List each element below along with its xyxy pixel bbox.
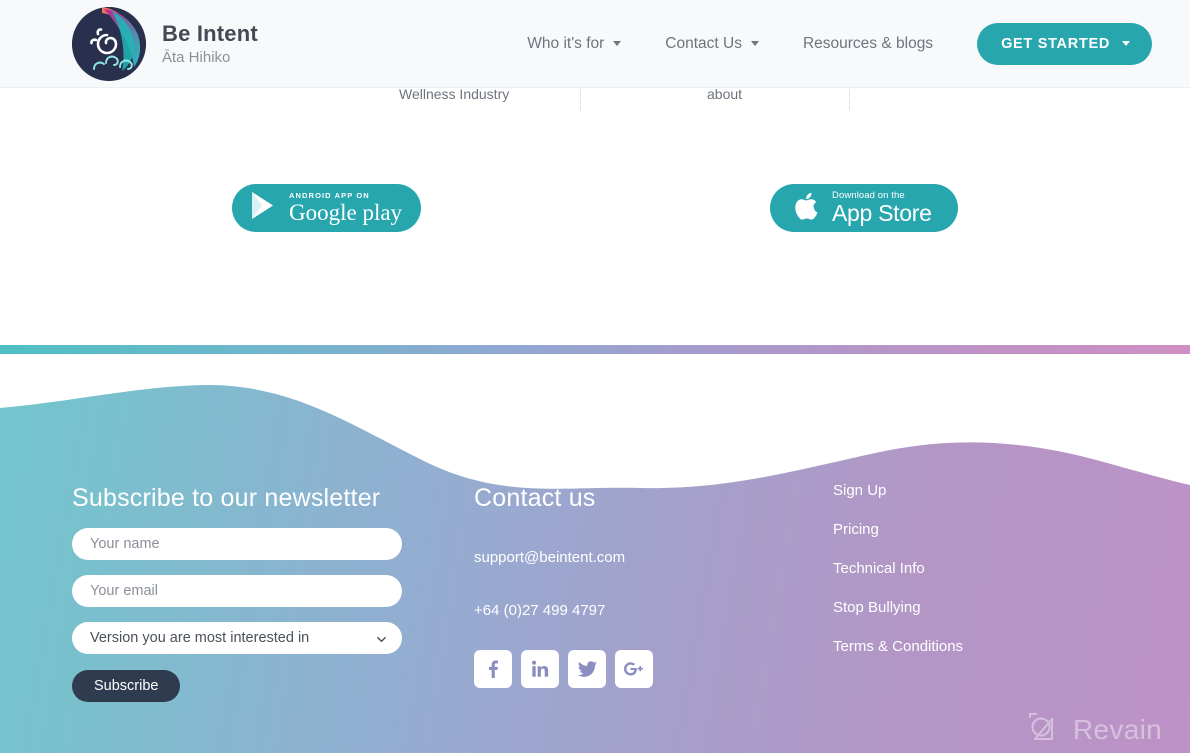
get-started-button[interactable]: GET STARTED — [977, 22, 1152, 65]
brand-logo-link[interactable]: Be Intent Āta Hihiko — [72, 6, 258, 81]
revain-watermark-text: Revain — [1073, 714, 1162, 745]
get-started-label: GET STARTED — [1001, 35, 1110, 52]
nav-item-resources-blogs[interactable]: Resources & blogs — [803, 35, 933, 53]
google-play-triangle-icon — [250, 191, 276, 225]
google-play-text: ANDROID APP ON Google play — [289, 192, 402, 225]
app-store-badges: ANDROID APP ON Google play Download on t… — [0, 184, 1190, 232]
chevron-down-icon — [750, 41, 759, 46]
contact-column: Contact us support@beintent.com +64 (0)2… — [474, 484, 804, 688]
facebook-icon[interactable] — [474, 650, 512, 688]
social-links — [474, 650, 804, 688]
newsletter-heading: Subscribe to our newsletter — [72, 484, 381, 512]
vertical-dotted-divider — [580, 88, 581, 110]
brand-tagline: Āta Hihiko — [162, 49, 231, 67]
koru-spiral-logo-icon — [72, 6, 146, 81]
google-play-badge[interactable]: ANDROID APP ON Google play — [232, 184, 421, 232]
newsletter-name-input[interactable] — [72, 528, 402, 560]
nav-item-who-its-for[interactable]: Who it's for — [527, 34, 622, 53]
revain-camera-icon — [1029, 713, 1054, 740]
subscribe-button[interactable]: Subscribe — [72, 670, 181, 702]
app-store-small-text: Download on the — [832, 189, 905, 201]
contact-phone[interactable]: +64 (0)27 499 4797 — [474, 602, 804, 619]
nav-label: Resources & blogs — [802, 34, 934, 52]
nav-label: Who it's for — [527, 34, 605, 52]
footer-link-technical-info[interactable]: Technical Info — [833, 560, 1073, 577]
newsletter-version-select-wrapper: Version you are most interested in — [72, 622, 402, 654]
brand-text: Be Intent Āta Hihiko — [162, 21, 258, 67]
clipped-content-row: Wellness Industry about — [0, 88, 1190, 114]
main-navigation: Who it's for Contact Us Resources & blog… — [527, 22, 1152, 65]
contact-heading: Contact us — [474, 484, 596, 512]
newsletter-column: Subscribe to our newsletter Version you … — [72, 484, 412, 702]
google-play-small-text: ANDROID APP ON — [289, 190, 370, 200]
site-header: Be Intent Āta Hihiko Who it's for Contac… — [0, 0, 1190, 88]
linkedin-icon[interactable] — [521, 650, 559, 688]
chevron-down-icon — [613, 41, 622, 46]
vertical-dotted-divider — [849, 88, 850, 110]
google-play-big-text: Google play — [289, 200, 403, 226]
google-plus-icon[interactable] — [615, 650, 653, 688]
footer-link-pricing[interactable]: Pricing — [833, 521, 1073, 538]
clipped-label-about: about — [707, 88, 743, 102]
twitter-icon[interactable] — [568, 650, 606, 688]
apple-logo-icon — [792, 190, 819, 227]
page-root: Be Intent Āta Hihiko Who it's for Contac… — [0, 0, 1190, 753]
brand-name: Be Intent — [162, 20, 258, 46]
nav-item-contact-us[interactable]: Contact Us — [665, 35, 759, 53]
newsletter-version-select[interactable]: Version you are most interested in — [72, 622, 402, 654]
contact-email[interactable]: support@beintent.com — [474, 549, 804, 566]
chevron-down-icon — [1122, 41, 1130, 46]
app-store-text: Download on the App Store — [832, 191, 932, 226]
footer-link-terms-conditions[interactable]: Terms & Conditions — [833, 638, 1073, 655]
site-footer: Subscribe to our newsletter Version you … — [0, 354, 1190, 753]
gradient-divider — [0, 345, 1190, 354]
clipped-label-wellness-industry: Wellness Industry — [399, 88, 510, 102]
app-store-big-text: App Store — [832, 200, 932, 227]
app-store-badge[interactable]: Download on the App Store — [770, 184, 958, 232]
footer-link-stop-bullying[interactable]: Stop Bullying — [833, 599, 1073, 616]
nav-label: Contact Us — [665, 34, 742, 52]
revain-watermark: Revain — [1027, 713, 1162, 747]
footer-link-sign-up[interactable]: Sign Up — [833, 482, 1073, 499]
footer-links-column: Sign Up Pricing Technical Info Stop Bull… — [833, 482, 1073, 677]
newsletter-email-input[interactable] — [72, 575, 402, 607]
